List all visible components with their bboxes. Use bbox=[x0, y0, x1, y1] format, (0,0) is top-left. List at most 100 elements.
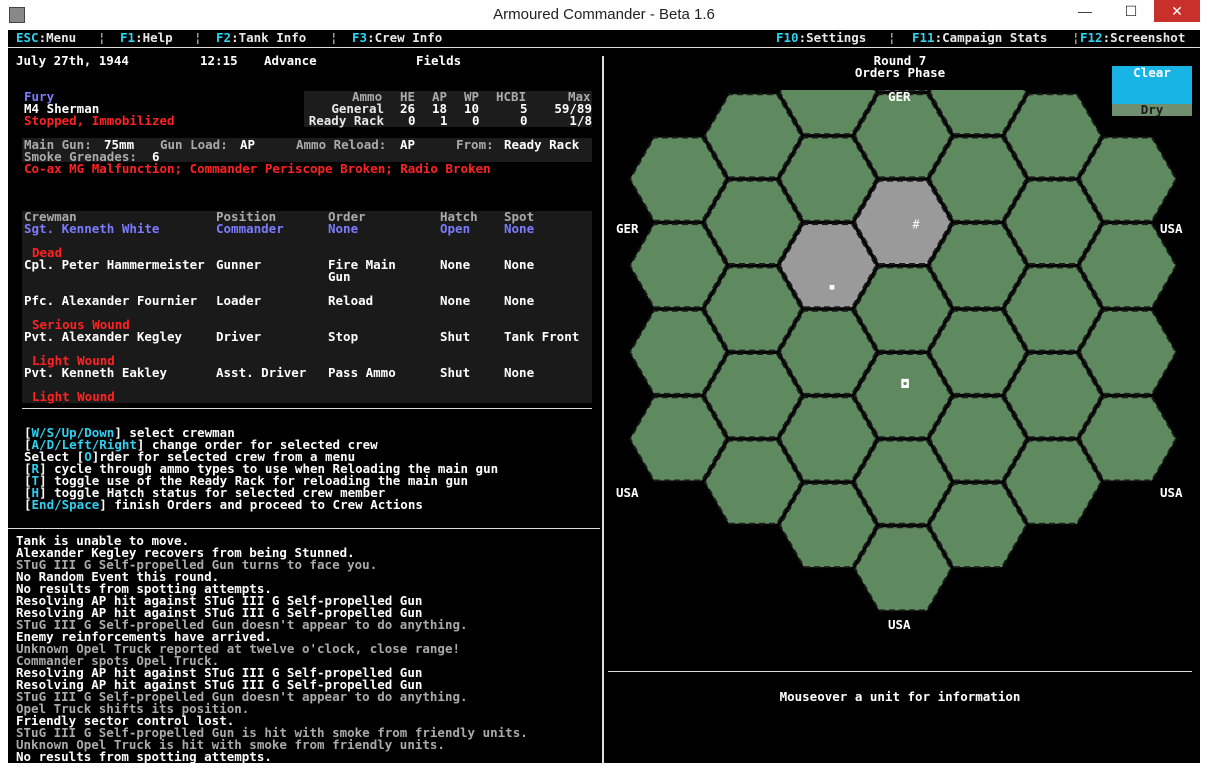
menu-sep: ¦ bbox=[98, 30, 106, 45]
terrain: Fields bbox=[416, 53, 462, 68]
crew-hatch[interactable]: Shut bbox=[440, 330, 470, 343]
weather-condition: Clear bbox=[1133, 65, 1171, 80]
hex-cell[interactable] bbox=[628, 223, 728, 309]
hex-cell[interactable] bbox=[928, 136, 1028, 222]
hex-cell-occupied[interactable] bbox=[778, 223, 878, 309]
crew-order-cont: Gun bbox=[328, 269, 351, 284]
menu-crew-info[interactable]: F3:Crew Info bbox=[352, 31, 442, 44]
ammo-reload-label: Ammo Reload: bbox=[296, 137, 387, 152]
crew-name: Pfc. Alexander Fournier bbox=[24, 293, 198, 308]
panel-divider bbox=[602, 56, 604, 763]
menu-tank-info[interactable]: F2:Tank Info bbox=[216, 31, 306, 44]
crew-spot: Tank Front bbox=[504, 329, 580, 344]
hex-cell[interactable] bbox=[628, 136, 728, 222]
window-title-bar: Armoured Commander - Beta 1.6 — ☐ ✕ bbox=[0, 0, 1208, 30]
crew-hatch[interactable]: Open bbox=[440, 222, 470, 235]
minimize-button[interactable]: — bbox=[1062, 0, 1108, 22]
hex-cell[interactable] bbox=[1003, 179, 1103, 265]
hex-cell[interactable] bbox=[853, 266, 953, 352]
menu-sep: ¦ bbox=[330, 30, 338, 45]
hex-cell[interactable] bbox=[703, 179, 803, 265]
crew-order[interactable]: Stop bbox=[328, 330, 358, 343]
unit-info: Mouseover a unit for information bbox=[779, 689, 1021, 704]
hex-cell[interactable] bbox=[1003, 439, 1103, 525]
hex-cell[interactable] bbox=[703, 266, 803, 352]
menu-screenshot[interactable]: F12:Screenshot bbox=[1080, 31, 1185, 44]
hex-cell[interactable] bbox=[703, 439, 803, 525]
menu-divider bbox=[8, 47, 1200, 48]
crew-order[interactable]: Reload bbox=[328, 294, 373, 307]
hex-cell[interactable] bbox=[1003, 266, 1103, 352]
maximize-button[interactable]: ☐ bbox=[1108, 0, 1154, 22]
hex-cell-occupied[interactable] bbox=[853, 179, 953, 265]
hex-cell[interactable] bbox=[1078, 396, 1178, 482]
enemy-unit-truck-icon[interactable]: ▪ bbox=[828, 280, 835, 294]
ammo-ready-max: 1/8 bbox=[569, 113, 592, 128]
crew-spot: None bbox=[504, 365, 535, 380]
game-screen: ESC:Menu ¦ F1:Help ¦ F2:Tank Info ¦ F3:C… bbox=[8, 30, 1200, 763]
hotkey: End/Space bbox=[31, 497, 100, 512]
crew-name: Sgt. Kenneth White bbox=[24, 221, 160, 236]
hex-cell[interactable] bbox=[853, 439, 953, 525]
hex-cell[interactable] bbox=[703, 93, 803, 179]
help-line: [End/Space] finish Orders and proceed to… bbox=[24, 497, 423, 512]
crew-name: Pvt. Kenneth Eakley bbox=[24, 365, 167, 380]
hex-cell[interactable] bbox=[703, 353, 803, 439]
menu-help[interactable]: F1:Help bbox=[120, 31, 173, 44]
log-divider bbox=[8, 528, 600, 529]
hex-cell[interactable] bbox=[928, 482, 1028, 569]
hex-cell[interactable] bbox=[928, 223, 1028, 309]
hex-cell[interactable] bbox=[1078, 223, 1178, 309]
hex-cell[interactable] bbox=[853, 93, 953, 179]
sector-label-upper-right: USA bbox=[1160, 221, 1183, 236]
date: July 27th, 1944 bbox=[16, 53, 129, 68]
hex-cell[interactable] bbox=[778, 482, 878, 569]
ammo-ready-he: 0 bbox=[408, 113, 416, 128]
crew-position: Commander bbox=[216, 221, 284, 236]
hex-cell[interactable] bbox=[1003, 353, 1103, 439]
gun-load-label: Gun Load: bbox=[160, 137, 228, 152]
menu-esc[interactable]: ESC:Menu bbox=[16, 31, 76, 44]
crew-position: Loader bbox=[216, 293, 262, 308]
enemy-unit-stug-icon[interactable]: # bbox=[912, 217, 920, 231]
hex-cell[interactable] bbox=[1078, 309, 1178, 395]
crew-order[interactable]: None bbox=[328, 222, 358, 235]
ammo-ready-ap: 1 bbox=[440, 113, 448, 128]
sector-label-top: GER bbox=[888, 89, 911, 104]
crew-hatch[interactable]: None bbox=[440, 258, 470, 271]
sector-label-bottom: USA bbox=[888, 617, 911, 632]
close-button[interactable]: ✕ bbox=[1154, 0, 1200, 22]
hex-cell[interactable] bbox=[778, 309, 878, 395]
menu-settings[interactable]: F10:Settings bbox=[776, 31, 866, 44]
crew-spot: None bbox=[504, 221, 535, 236]
crew-position: Asst. Driver bbox=[216, 365, 307, 380]
crew-order[interactable]: Pass Ammo bbox=[328, 366, 396, 379]
player-tank-icon[interactable]: ◘ bbox=[900, 377, 909, 391]
crew-hatch[interactable]: None bbox=[440, 294, 470, 307]
hex-cell[interactable] bbox=[928, 396, 1028, 482]
hex-cell[interactable] bbox=[1003, 93, 1103, 179]
malfunctions: Co-ax MG Malfunction; Commander Periscop… bbox=[24, 161, 491, 176]
reload-from[interactable]: Ready Rack bbox=[504, 138, 579, 151]
tank-state: Stopped, Immobilized bbox=[24, 113, 175, 128]
menu-campaign-stats[interactable]: F11:Campaign Stats bbox=[912, 31, 1047, 44]
menu-sep: ¦ bbox=[194, 30, 202, 45]
menu-sep: ¦ bbox=[1072, 30, 1080, 45]
crew-name: Pvt. Alexander Kegley bbox=[24, 329, 183, 344]
info-divider bbox=[608, 671, 1192, 672]
hex-map[interactable]: # ▪ ◘ bbox=[606, 90, 1200, 650]
log-entry: No results from spotting attempts. bbox=[16, 749, 272, 763]
hex-cell[interactable] bbox=[1078, 136, 1178, 222]
mission-type: Advance bbox=[264, 53, 317, 68]
crew-spot: None bbox=[504, 293, 535, 308]
hex-cell[interactable] bbox=[928, 309, 1028, 395]
sector-label-upper-left: GER bbox=[616, 221, 639, 236]
crew-hatch[interactable]: Shut bbox=[440, 366, 470, 379]
hex-cell[interactable] bbox=[628, 396, 728, 482]
hex-cell[interactable] bbox=[628, 309, 728, 395]
hex-cell[interactable] bbox=[853, 353, 953, 439]
hex-cell[interactable] bbox=[853, 526, 953, 612]
ammo-ready-wp: 0 bbox=[472, 113, 480, 128]
hex-cell[interactable] bbox=[778, 396, 878, 482]
hex-cell[interactable] bbox=[778, 136, 878, 222]
